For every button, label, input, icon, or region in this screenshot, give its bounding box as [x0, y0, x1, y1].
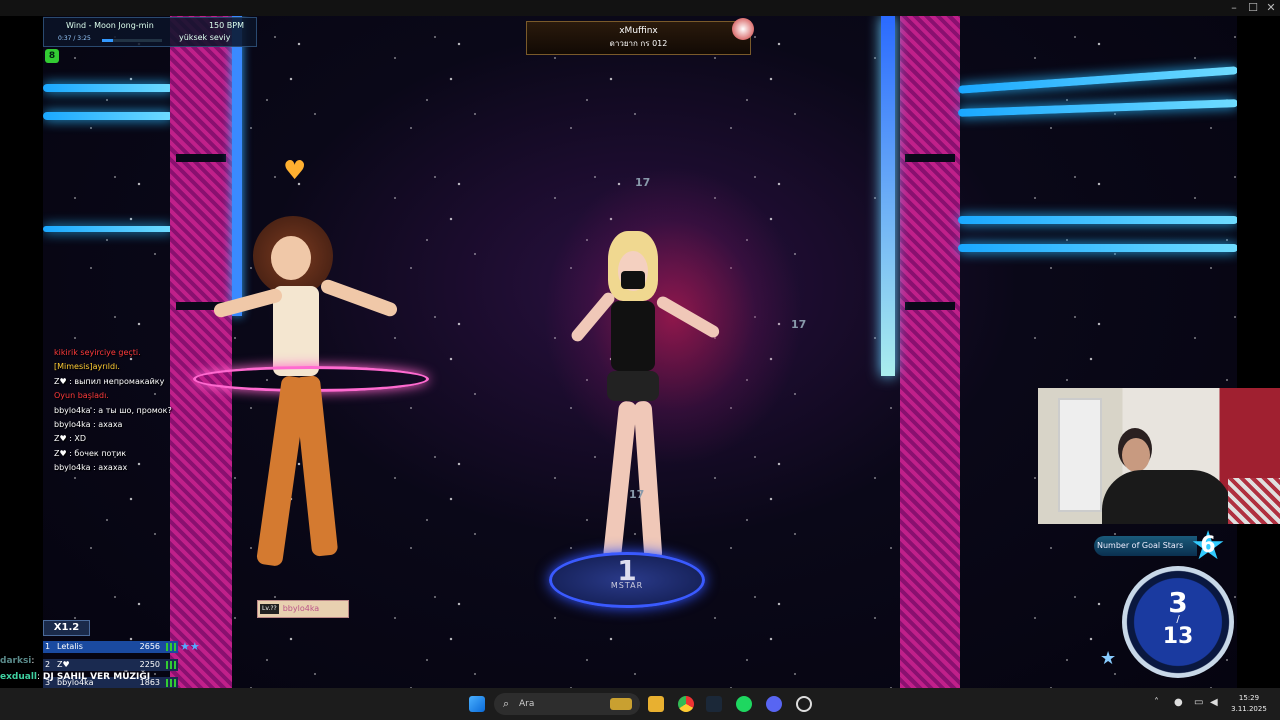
window-titlebar: – ☐ ✕ [0, 0, 1280, 16]
player-level: Lv.?? [260, 603, 279, 614]
stream-chat-colon: : [31, 656, 35, 666]
right-neon-edge [881, 16, 895, 376]
network-icon[interactable]: ▭ [1194, 697, 1203, 708]
discord-icon[interactable] [766, 696, 782, 712]
rank-stars-icon: ★★ [180, 640, 200, 653]
webcam-overlay [1038, 388, 1280, 524]
search-placeholder: Ara [519, 699, 535, 709]
volume-icon[interactable]: ◀ [1210, 697, 1218, 708]
clock-date: 3.11.2025 [1231, 705, 1267, 713]
minimize-button[interactable]: – [1224, 1, 1244, 15]
song-bpm: 150 BPM [208, 21, 244, 30]
neon-bar [958, 244, 1237, 252]
clock-time: 15:29 [1238, 694, 1260, 702]
score-multiplier: X1.2 [43, 620, 90, 636]
top-player-name: xMuffinx [619, 26, 658, 36]
chat-message: bbylo4ka : ахахах [54, 463, 128, 473]
signal-icon [166, 643, 176, 651]
taskbar: ⌕ Ara ˄ ● ▭ ◀ 15:29 3.11.2025 [0, 688, 1280, 720]
score-rank: 2 [45, 660, 51, 669]
status-badge: 8 [45, 49, 59, 63]
taskbar-clock[interactable]: 15:29 3.11.2025 [1224, 693, 1274, 715]
chat-message: Z♥ : XD [54, 434, 87, 444]
left-dancer: ♥ [193, 156, 429, 596]
stream-chat-user: exduall [0, 672, 38, 682]
stream-chat-message: exduall: DJ SAHIL VER MÜZIĞI [0, 672, 150, 682]
chat-message: bbylo4ka : ахаха [54, 420, 123, 430]
chevron-up-icon[interactable]: ˄ [1154, 697, 1159, 708]
song-progress-bar [102, 39, 162, 42]
chat-message: [Mimesis]ayrıldı. [54, 362, 120, 372]
score-rank: 1 [45, 642, 51, 651]
chat-message: Z♥ : бочек потик [54, 448, 127, 458]
signal-icon [166, 661, 176, 669]
search-icon: ⌕ [503, 697, 510, 710]
spotify-icon[interactable] [736, 696, 752, 712]
start-icon[interactable] [469, 696, 485, 712]
star-progress-meter: 3 / 13 [1122, 566, 1234, 678]
microphone-icon[interactable]: ● [1174, 697, 1183, 708]
score-value: 2656 [139, 642, 160, 651]
chat-message: Oyun başladı. [54, 391, 109, 401]
chat-message: kikirik seyirciye geçti. [54, 348, 141, 357]
file-explorer-icon[interactable] [648, 696, 664, 712]
stream-chat-text: DJ SAHIL VER MÜZIĞI [42, 672, 151, 682]
steam-icon[interactable] [706, 696, 722, 712]
floating-number: 17 [791, 318, 807, 331]
goal-stars-label: Number of Goal Stars [1094, 536, 1197, 556]
song-time: 0:37 / 3:25 [58, 35, 91, 42]
game-viewport: ♥ 1 MSTAR 17 17 17 [43, 16, 1237, 688]
search-highlight-icon [610, 698, 632, 710]
chrome-icon[interactable] [678, 696, 694, 712]
neon-bar [43, 112, 173, 120]
right-pillar [900, 16, 960, 688]
song-title: Wind - Moon Jong-min [66, 21, 154, 30]
star-icon: ★ [1100, 648, 1117, 669]
score-value: 2250 [139, 660, 160, 669]
signal-icon [166, 679, 176, 687]
chat-message: Z♥ : выпил непромакайку [54, 376, 165, 386]
neon-bar [958, 216, 1237, 224]
taskbar-search[interactable]: ⌕ Ara [494, 693, 640, 715]
floating-number: 17 [629, 488, 645, 501]
stars-total: 13 [1162, 624, 1194, 649]
floating-number: 17 [635, 176, 651, 189]
player-badge-icon [732, 18, 754, 40]
score-player: Letalis [57, 642, 83, 651]
neon-bar [43, 226, 173, 232]
stream-chat-message: darksi: [0, 656, 34, 666]
close-button[interactable]: ✕ [1261, 1, 1280, 15]
goal-stars-value: 6 [1200, 533, 1216, 558]
score-row: 2 Z♥ 2250 [43, 659, 178, 671]
game-chat: kikirik seyirciye geçti. [Mimesis]ayrıldı… [54, 346, 172, 476]
app-icon[interactable] [796, 696, 812, 712]
maximize-button[interactable]: ☐ [1243, 1, 1263, 15]
player-nametag: Lv.?? bbylo4ka [257, 600, 349, 618]
emblem-label: MSTAR [610, 581, 644, 590]
heart-icon: ♥ [283, 156, 307, 186]
top-player-subtitle: ดาวยาก กร 012 [609, 39, 668, 48]
neon-bar [43, 84, 173, 92]
score-row: 1 Letalis 2656 [43, 641, 178, 653]
stream-chat-user: darksi [0, 656, 32, 666]
chat-message: bbylo4ka : а ты шо, промок? [54, 405, 172, 415]
player-rank-emblem: 1 MSTAR [549, 552, 705, 608]
song-difficulty: yüksek seviy [179, 33, 231, 42]
top-player-box: xMuffinx ดาวยาก กร 012 [526, 18, 754, 55]
score-player: Z♥ [57, 660, 70, 669]
player-name: bbylo4ka [282, 604, 320, 613]
song-info-panel: Wind - Moon Jong-min 150 BPM 0:37 / 3:25… [43, 17, 257, 47]
